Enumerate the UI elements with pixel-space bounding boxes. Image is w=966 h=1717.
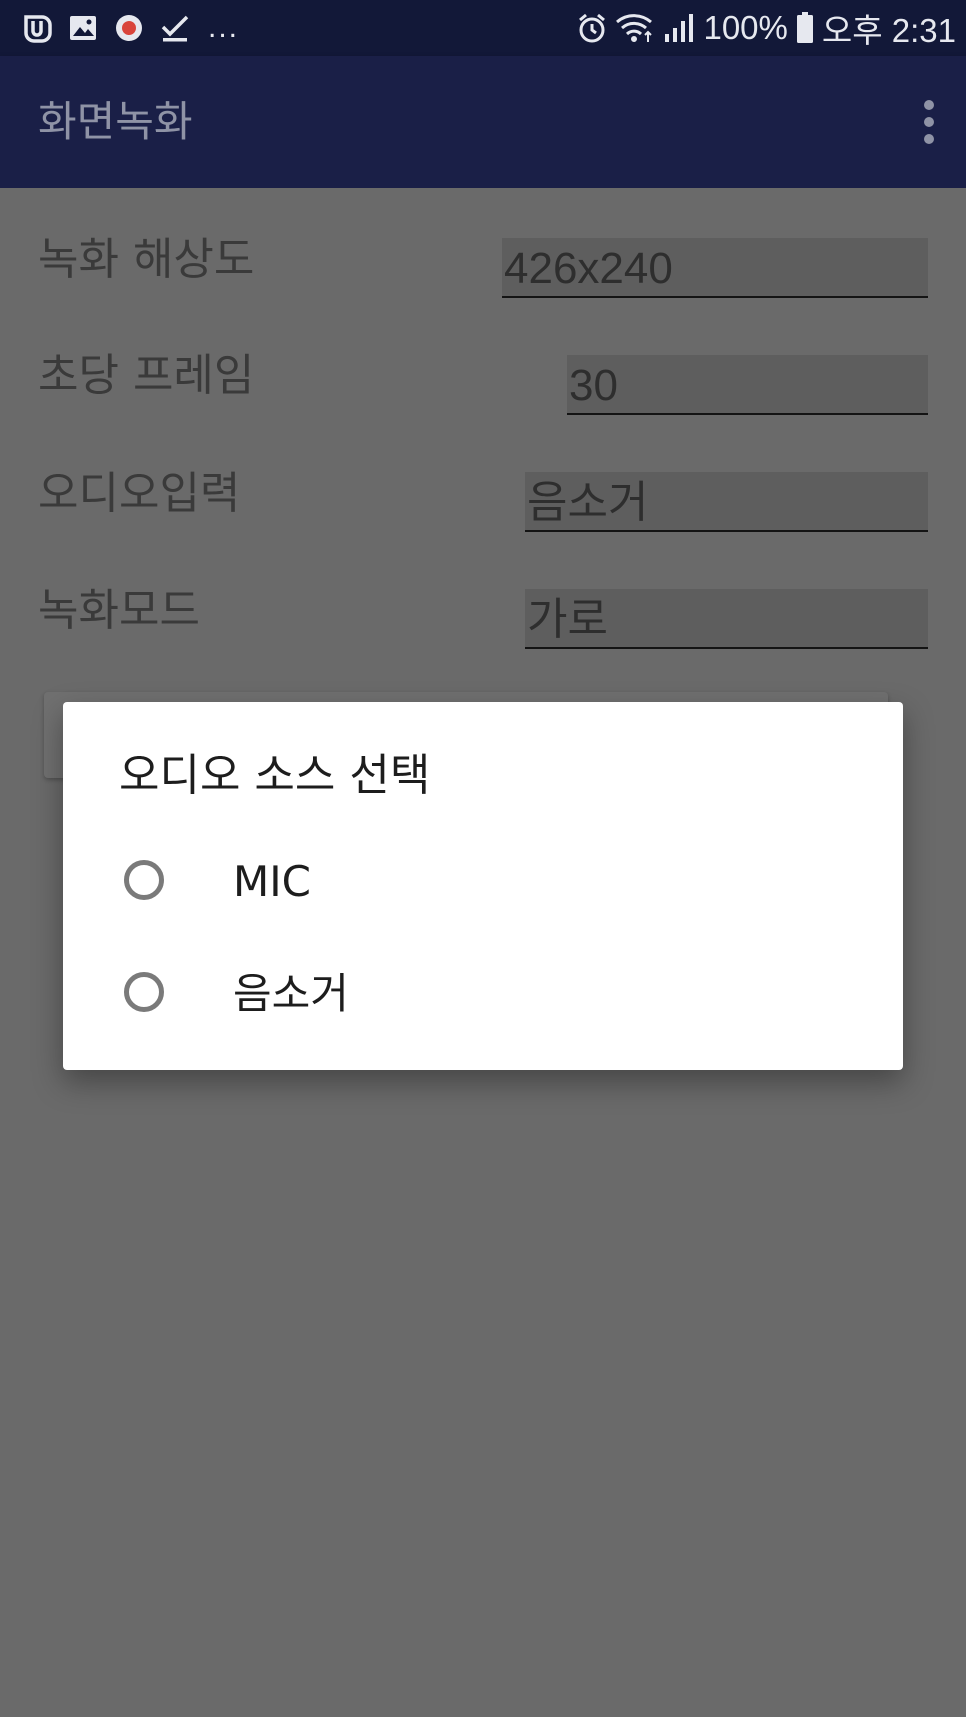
battery-icon bbox=[796, 12, 814, 44]
audio-source-dialog: 오디오 소스 선택 MIC 음소거 bbox=[63, 702, 903, 1070]
record-icon bbox=[114, 13, 144, 43]
notification-icons: ... bbox=[22, 10, 239, 46]
framerate-field[interactable]: 30 bbox=[567, 355, 928, 415]
check-icon bbox=[160, 13, 190, 43]
option-label: MIC bbox=[233, 857, 311, 906]
app-bar: 화면녹화 bbox=[0, 56, 966, 188]
option-mute[interactable]: 음소거 bbox=[63, 940, 903, 1050]
system-icons: 100% 오후 2:31 bbox=[577, 8, 956, 49]
app-u-icon bbox=[22, 13, 52, 43]
app-title: 화면녹화 bbox=[38, 97, 193, 146]
audio-input-label: 오디오입력 bbox=[38, 468, 241, 519]
radio-button[interactable] bbox=[124, 972, 164, 1012]
status-bar: ... 100% 오후 2:31 bbox=[0, 0, 966, 56]
wifi-icon bbox=[615, 12, 655, 44]
clock: 오후 2:31 bbox=[821, 12, 956, 49]
image-icon bbox=[68, 13, 98, 43]
option-mic[interactable]: MIC bbox=[63, 828, 903, 938]
option-label: 음소거 bbox=[233, 969, 349, 1018]
overflow-menu-icon[interactable] bbox=[922, 100, 936, 144]
audio-input-field[interactable]: 음소거 bbox=[525, 472, 928, 532]
radio-button[interactable] bbox=[124, 860, 164, 900]
resolution-label: 녹화 해상도 bbox=[38, 234, 255, 285]
signal-icon bbox=[663, 12, 695, 44]
framerate-label: 초당 프레임 bbox=[38, 350, 255, 401]
recording-mode-label: 녹화모드 bbox=[38, 585, 200, 636]
dialog-title: 오디오 소스 선택 bbox=[119, 750, 431, 801]
recording-mode-field[interactable]: 가로 bbox=[525, 589, 928, 649]
alarm-icon bbox=[577, 12, 607, 44]
resolution-field[interactable]: 426x240 bbox=[502, 238, 928, 298]
battery-percent: 100% bbox=[703, 9, 788, 46]
more-notifications-indicator: ... bbox=[208, 11, 240, 44]
